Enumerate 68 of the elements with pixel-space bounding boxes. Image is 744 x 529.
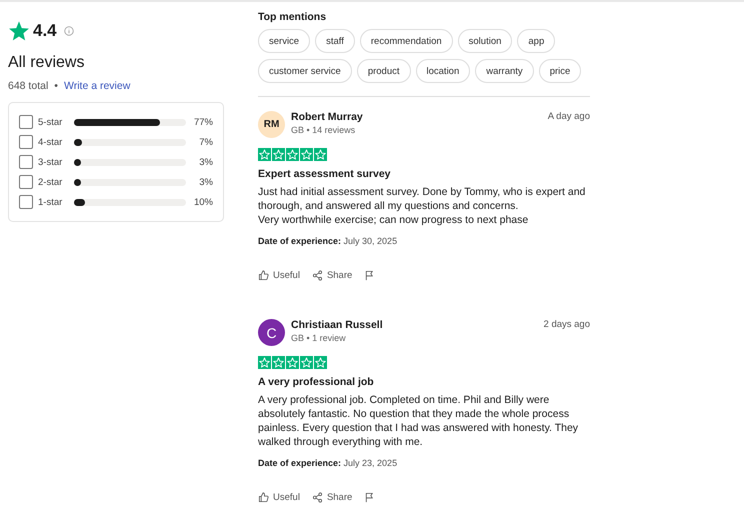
star-label: 3-star — [38, 156, 64, 168]
flag-icon[interactable] — [364, 492, 376, 503]
star-label: 2-star — [38, 176, 64, 188]
reviewer-name[interactable]: Christiaan Russell — [291, 319, 383, 331]
star-icon — [314, 356, 327, 369]
review-text: A very professional job. Completed on time. Phil and Billy were absolutely fantastic. No question that they made the whole process painless. Every question that I had was answered with honesty. They walked through everything with me. — [258, 393, 580, 449]
separator-dot: • — [54, 80, 58, 92]
mention-chip[interactable]: solution — [458, 29, 512, 53]
thumbs-up-icon — [258, 270, 269, 281]
star-icon — [300, 356, 313, 369]
checkbox[interactable] — [19, 175, 33, 189]
write-review-link[interactable]: Write a review — [64, 80, 130, 92]
reviewer-meta: GB • 1 review — [291, 333, 347, 343]
checkbox[interactable] — [19, 115, 33, 129]
avatar: C — [258, 319, 285, 346]
percentage: 77% — [194, 116, 213, 128]
star-icon — [272, 356, 285, 369]
share-icon — [312, 270, 323, 281]
star-icon — [314, 148, 327, 161]
useful-button[interactable]: Useful — [258, 492, 300, 503]
review-time: A day ago — [548, 111, 590, 122]
mention-chip[interactable]: staff — [315, 29, 355, 53]
mention-chip[interactable]: warranty — [475, 59, 534, 83]
star-icon — [258, 148, 271, 161]
mention-chip[interactable]: product — [356, 59, 410, 83]
flag-icon[interactable] — [364, 270, 376, 281]
checkbox[interactable] — [19, 155, 33, 169]
percentage: 3% — [199, 176, 213, 188]
star-icon — [286, 356, 299, 369]
checkbox[interactable] — [19, 135, 33, 149]
mention-chip[interactable]: app — [517, 29, 556, 53]
section-heading: All reviews — [8, 54, 86, 72]
useful-button[interactable]: Useful — [258, 270, 300, 281]
reviewer-meta: GB • 14 reviews — [291, 125, 356, 135]
experience-date: Date of experience: July 23, 2025 — [258, 458, 398, 468]
experience-date: Date of experience: July 30, 2025 — [258, 236, 398, 246]
star-label: 1-star — [38, 196, 64, 208]
review-time: 2 days ago — [544, 319, 590, 330]
review-title: Expert assessment survey — [258, 168, 392, 180]
mention-chip[interactable]: recommendation — [360, 29, 453, 53]
percentage: 10% — [194, 196, 213, 208]
mention-chip[interactable]: service — [258, 29, 310, 53]
share-button[interactable]: Share — [312, 270, 352, 281]
thumbs-up-icon — [258, 492, 269, 503]
review-total: 648 total — [8, 80, 48, 92]
share-button[interactable]: Share — [312, 492, 352, 503]
star-icon — [286, 148, 299, 161]
rating-score: 4.4 — [33, 21, 57, 41]
percentage: 7% — [199, 136, 213, 148]
review-text: Just had initial assessment survey. Done by Tommy, who is expert and thorough, and answered all my questions and concerns. — [258, 185, 586, 213]
share-icon — [312, 492, 323, 503]
mention-chip[interactable]: customer service — [258, 59, 352, 83]
avatar: RM — [258, 111, 285, 138]
mention-chip[interactable]: location — [416, 59, 470, 83]
percentage: 3% — [199, 156, 213, 168]
mention-chip[interactable]: price — [538, 59, 582, 83]
reviewer-name[interactable]: Robert Murray — [291, 111, 363, 123]
star-icon — [258, 356, 271, 369]
section-heading: Top mentions — [258, 11, 328, 23]
star-label: 4-star — [38, 136, 64, 148]
star-icon — [8, 20, 30, 42]
checkbox[interactable] — [19, 195, 33, 209]
review-text: Very worthwhile exercise; can now progress to next phase — [258, 213, 530, 227]
info-icon[interactable] — [64, 26, 74, 36]
star-label: 5-star — [38, 116, 64, 128]
star-icon — [272, 148, 285, 161]
review-title: A very professional job — [258, 376, 375, 388]
star-icon — [300, 148, 313, 161]
